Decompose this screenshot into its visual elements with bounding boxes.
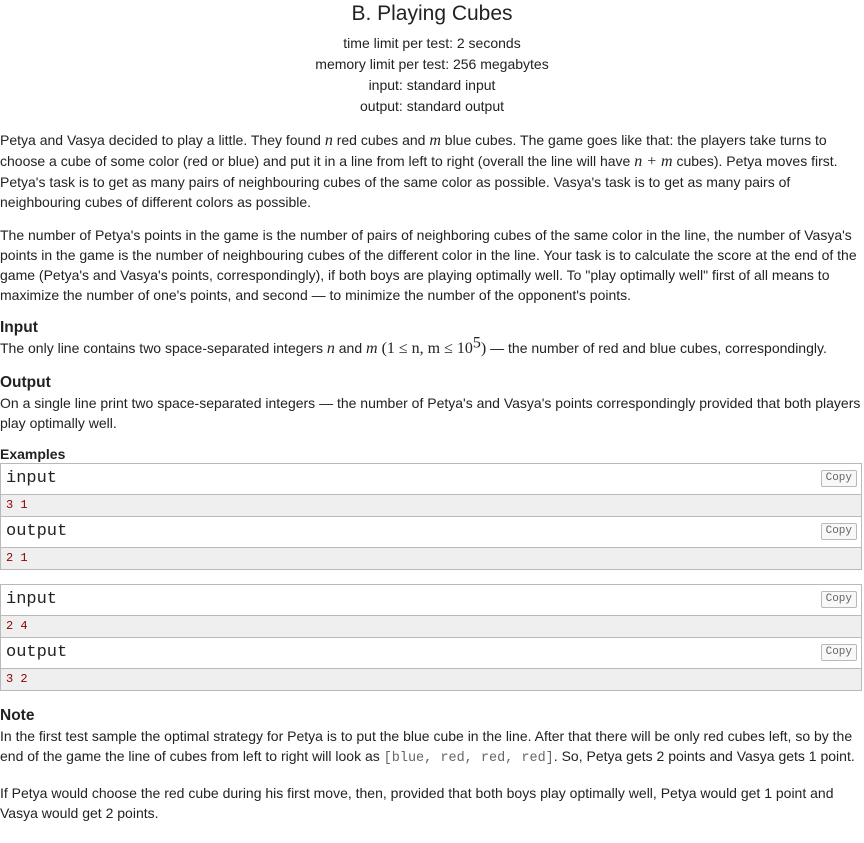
sample-output-label: output xyxy=(6,643,68,662)
input-section-text: The only line contains two space-separat… xyxy=(0,334,827,357)
copy-input-button[interactable]: Copy xyxy=(820,591,857,608)
examples-title: Examples xyxy=(0,446,66,462)
sample-test-2: input Copy 2 4 output Copy 3 2 xyxy=(0,584,862,691)
sample-output-label: output xyxy=(6,522,68,541)
note-section: Note In the first test sample the optima… xyxy=(0,706,864,823)
input-file: input: standard input xyxy=(368,77,496,93)
problem-limits: time limit per test: 2 seconds memory li… xyxy=(0,33,864,117)
sample-output-header: output Copy xyxy=(1,638,861,669)
sample-input-value: 2 4 xyxy=(1,616,861,638)
sample-output-header: output Copy xyxy=(1,517,861,548)
note-paragraph-1: In the first test sample the optimal str… xyxy=(0,728,855,766)
output-section-text: On a single line print two space-separat… xyxy=(0,395,861,431)
input-section: Input The only line contains two space-s… xyxy=(0,318,864,359)
time-limit: time limit per test: 2 seconds xyxy=(343,35,521,51)
sample-output-value: 3 2 xyxy=(1,669,861,690)
sample-input-label: input xyxy=(6,590,58,609)
copy-output-button[interactable]: Copy xyxy=(820,523,857,540)
statement-paragraph-2: The number of Petya's points in the game… xyxy=(0,227,857,303)
problem-title: B. Playing Cubes xyxy=(351,2,513,25)
note-code: [blue, red, red, red] xyxy=(383,751,554,766)
sample-output-value: 2 1 xyxy=(1,548,861,569)
statement-paragraph-1: Petya and Vasya decided to play a little… xyxy=(0,132,838,210)
sample-input-label: input xyxy=(6,469,58,488)
sample-test-1: input Copy 3 1 output Copy 2 1 xyxy=(0,463,862,570)
sample-input-header: input Copy xyxy=(1,464,861,495)
copy-output-button[interactable]: Copy xyxy=(820,644,857,661)
input-section-title: Input xyxy=(0,319,38,336)
output-section: Output On a single line print two space-… xyxy=(0,373,864,433)
memory-limit: memory limit per test: 256 megabytes xyxy=(315,56,549,72)
copy-input-button[interactable]: Copy xyxy=(820,470,857,487)
sample-input-value: 3 1 xyxy=(1,495,861,517)
problem-page: B. Playing Cubes time limit per test: 2 … xyxy=(0,0,864,823)
note-title: Note xyxy=(0,707,35,724)
output-file: output: standard output xyxy=(360,98,504,114)
sample-input-header: input Copy xyxy=(1,585,861,616)
note-paragraph-2: If Petya would choose the red cube durin… xyxy=(0,785,834,821)
output-section-title: Output xyxy=(0,374,51,391)
